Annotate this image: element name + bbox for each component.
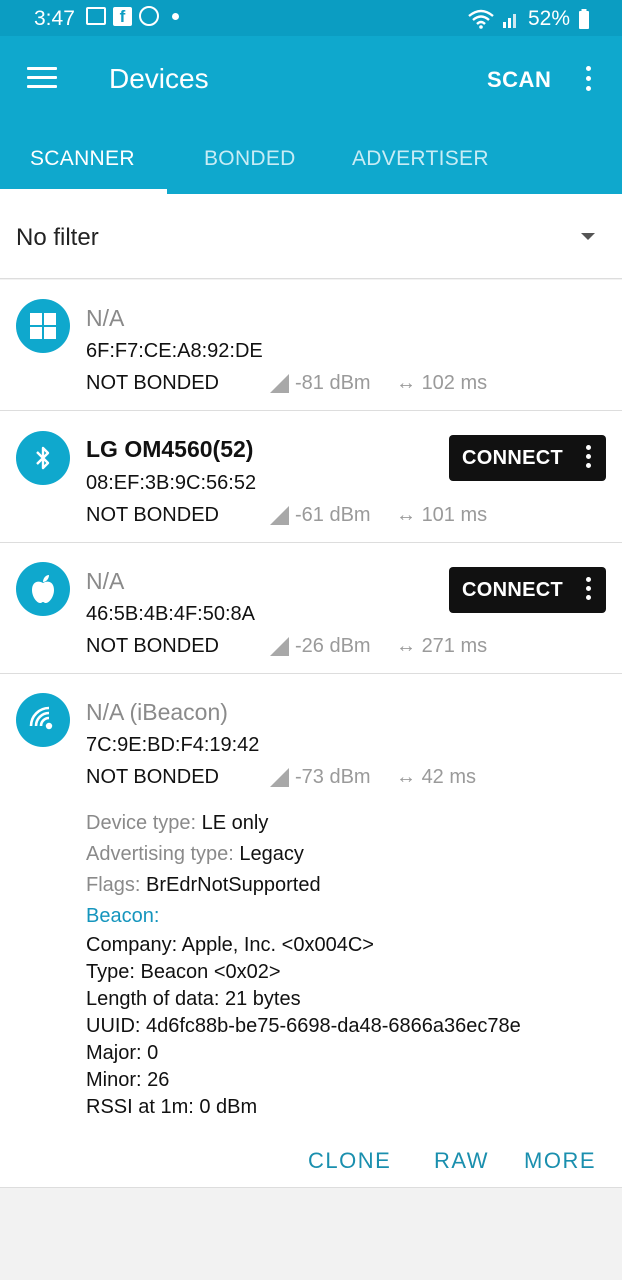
device-address: 08:EF:3B:9C:56:52 (86, 472, 257, 494)
rssi-value: -26 dBm (295, 635, 371, 657)
device-name: N/A (iBeacon) (86, 699, 228, 725)
apple-icon (16, 562, 70, 616)
scan-button[interactable]: SCAN (487, 67, 551, 93)
beacon-minor: Minor: 26 (86, 1069, 170, 1091)
tab-advertiser[interactable]: ADVERTISER (352, 147, 489, 171)
beacon-rssi-1m: RSSI at 1m: 0 dBm (86, 1096, 258, 1118)
connect-button[interactable]: CONNECT (449, 435, 606, 481)
connect-label: CONNECT (462, 447, 563, 469)
filter-label: No filter (16, 224, 99, 251)
interval-value: 42 ms (421, 766, 477, 788)
status-time: 3:47 (34, 7, 75, 30)
beacon-company: Company: Apple, Inc. <0x004C> (86, 934, 374, 956)
device-options-icon[interactable] (582, 577, 594, 600)
system-icons: 52% (468, 7, 590, 31)
signal-strength-icon (270, 506, 289, 525)
detail-key: Advertising type: (86, 843, 234, 865)
dropdown-arrow-icon[interactable] (581, 233, 595, 240)
tab-bar: SCANNER BONDED ADVERTISER (0, 124, 622, 194)
filter-dropdown[interactable]: No filter (0, 194, 622, 279)
bond-state: NOT BONDED (86, 504, 219, 526)
facebook-icon: f (113, 6, 132, 26)
device-row[interactable]: LG OM4560(52) 08:EF:3B:9C:56:52 NOT BOND… (0, 411, 622, 543)
device-name: N/A (86, 305, 125, 331)
battery-icon (579, 9, 589, 29)
battery-percent: 52% (527, 7, 570, 30)
beacon-icon (16, 693, 70, 747)
device-type-row: Device type: LE only (86, 808, 521, 839)
device-address: 7C:9E:BD:F4:19:42 (86, 734, 260, 756)
detail-key: Device type: (86, 812, 197, 834)
more-button[interactable]: MORE (524, 1148, 596, 1174)
beacon-uuid: UUID: 4d6fc88b-be75-6698-da48-6866a36ec7… (86, 1015, 521, 1037)
signal-strength-icon (270, 637, 289, 656)
beacon-heading: Beacon: (86, 905, 160, 927)
wifi-icon (468, 9, 494, 29)
rssi-indicator: -73 dBm (270, 766, 371, 789)
detail-value: LE only (201, 812, 269, 834)
beacon-major: Major: 0 (86, 1042, 159, 1064)
device-address: 46:5B:4B:4F:50:8A (86, 603, 256, 625)
tab-scanner[interactable]: SCANNER (30, 147, 135, 171)
overflow-menu-icon[interactable] (582, 66, 594, 91)
device-details: Device type: LE only Advertising type: L… (86, 808, 521, 1121)
gallery-icon (86, 7, 106, 25)
connect-label: CONNECT (462, 579, 563, 601)
advertising-interval: ↔ 271 ms (396, 635, 488, 657)
bond-state: NOT BONDED (86, 766, 219, 788)
rssi-indicator: -26 dBm (270, 635, 371, 658)
adv-type-row: Advertising type: Legacy (86, 839, 521, 870)
more-notifications-icon (172, 12, 179, 20)
signal-icon (502, 14, 516, 28)
advertising-interval: ↔ 42 ms (396, 766, 477, 788)
rssi-indicator: -61 dBm (270, 504, 371, 527)
device-row[interactable]: N/A 6F:F7:CE:A8:92:DE NOT BONDED -81 dBm… (0, 280, 622, 411)
detail-key: Flags: (86, 874, 141, 896)
interval-value: 101 ms (421, 504, 488, 526)
page-title: Devices (109, 63, 209, 94)
menu-icon[interactable] (27, 67, 57, 89)
interval-value: 102 ms (421, 372, 488, 394)
connect-button[interactable]: CONNECT (449, 567, 606, 613)
app-bar: Devices SCAN (0, 36, 622, 124)
rssi-value: -81 dBm (295, 372, 371, 394)
advertising-interval: ↔ 101 ms (396, 504, 488, 526)
device-name: LG OM4560(52) (86, 436, 254, 462)
notification-icons: f (86, 6, 179, 26)
device-row-expanded[interactable]: N/A (iBeacon) 7C:9E:BD:F4:19:42 NOT BOND… (0, 674, 622, 1188)
detail-value: BrEdrNotSupported (146, 874, 321, 896)
rssi-value: -73 dBm (295, 766, 371, 788)
windows-icon (16, 299, 70, 353)
device-options-icon[interactable] (582, 445, 594, 468)
rssi-indicator: -81 dBm (270, 372, 371, 395)
device-row[interactable]: N/A 46:5B:4B:4F:50:8A NOT BONDED -26 dBm… (0, 543, 622, 674)
advertising-interval: ↔ 102 ms (396, 372, 488, 394)
rssi-value: -61 dBm (295, 504, 371, 526)
tab-bonded[interactable]: BONDED (204, 147, 296, 171)
raw-button[interactable]: RAW (434, 1148, 489, 1174)
beacon-type: Type: Beacon <0x02> (86, 961, 281, 983)
flags-row: Flags: BrEdrNotSupported (86, 870, 521, 901)
clone-button[interactable]: CLONE (308, 1148, 391, 1174)
interval-value: 271 ms (421, 635, 488, 657)
beacon-length: Length of data: 21 bytes (86, 988, 301, 1010)
detail-value: Legacy (239, 843, 304, 865)
sync-icon (139, 6, 159, 26)
device-name: N/A (86, 568, 125, 594)
signal-strength-icon (270, 374, 289, 393)
signal-strength-icon (270, 768, 289, 787)
bond-state: NOT BONDED (86, 635, 219, 657)
bond-state: NOT BONDED (86, 372, 219, 394)
device-address: 6F:F7:CE:A8:92:DE (86, 340, 263, 362)
status-bar: 3:47 f 52% (0, 0, 622, 36)
bluetooth-icon (16, 431, 70, 485)
